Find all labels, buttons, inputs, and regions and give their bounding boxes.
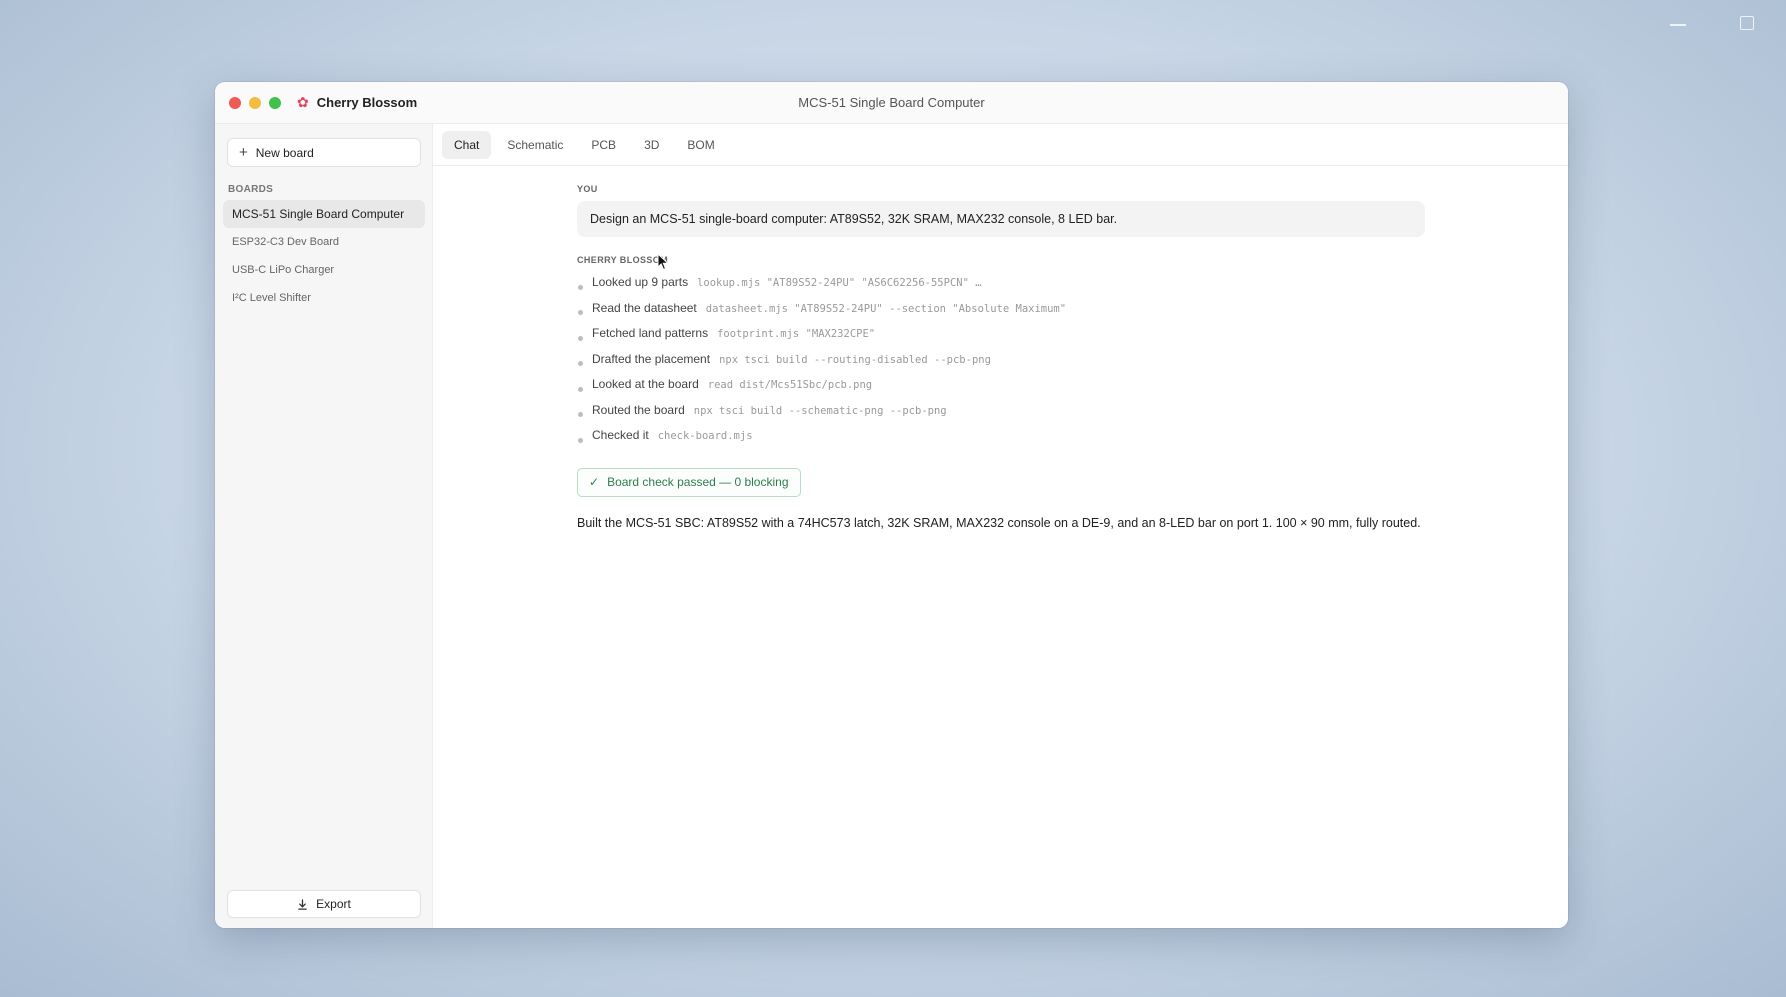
window-title: MCS-51 Single Board Computer — [798, 95, 985, 110]
bullet-icon — [578, 361, 583, 367]
desktop-minimize-icon[interactable] — [1670, 24, 1686, 26]
step-command: npx tsci build --routing-disabled --pcb-… — [719, 353, 991, 366]
sidebar: + New board BOARDS MCS-51 Single Board C… — [215, 124, 433, 928]
minimize-window-button[interactable] — [249, 96, 261, 109]
board-check-text: Board check passed — 0 blocking — [607, 475, 789, 489]
zoom-window-button[interactable] — [269, 96, 281, 109]
list-item: Drafted the placement npx tsci build --r… — [577, 352, 1425, 378]
step-text: Looked up 9 parts — [592, 275, 689, 289]
title-bar: ✿ Cherry Blossom MCS-51 Single Board Com… — [215, 82, 1568, 124]
step-command: datasheet.mjs "AT89S52-24PU" --section "… — [705, 302, 1067, 315]
bullet-icon — [578, 437, 583, 443]
bullet-icon — [578, 310, 583, 316]
list-item: Looked at the board read dist/Mcs51Sbc/p… — [577, 377, 1425, 403]
board-item-label: MCS-51 Single Board Computer — [232, 207, 405, 221]
chat-thread: YOU Design an MCS-51 single-board comput… — [577, 184, 1425, 534]
assistant-label: CHERRY BLOSSOM — [577, 255, 669, 265]
app-name: Cherry Blossom — [316, 95, 418, 110]
user-message: Design an MCS-51 single-board computer: … — [577, 201, 1425, 237]
boards-heading: BOARDS — [228, 184, 274, 195]
list-item: Checked it check-board.mjs — [577, 428, 1425, 454]
checkmark-icon: ✓ — [589, 475, 600, 489]
step-text: Drafted the placement — [592, 351, 711, 366]
bullet-icon — [578, 335, 583, 341]
board-item-label: ESP32-C3 Dev Board — [232, 236, 339, 248]
step-command: read dist/Mcs51Sbc/pcb.png — [707, 379, 873, 391]
desktop-restore-icon[interactable] — [1740, 16, 1754, 30]
step-list: Looked up 9 parts lookup.mjs "AT89S52-24… — [577, 275, 1425, 454]
board-item-label: I²C Level Shifter — [232, 292, 311, 304]
board-item-i2c-shifter[interactable]: I²C Level Shifter — [223, 284, 425, 312]
board-check-badge: ✓ Board check passed — 0 blocking — [577, 467, 801, 497]
tab-bar: Chat Schematic PCB 3D BOM — [433, 124, 1568, 166]
step-command: footprint.mjs "MAX232CPE" — [717, 328, 876, 340]
list-item: Looked up 9 parts lookup.mjs "AT89S52-24… — [577, 275, 1425, 301]
list-item: Fetched land patterns footprint.mjs "MAX… — [577, 326, 1425, 352]
new-board-label: New board — [255, 145, 314, 160]
board-item-esp32c3[interactable]: ESP32-C3 Dev Board — [223, 228, 425, 256]
step-command: lookup.mjs "AT89S52-24PU" "AS6C62256-55P… — [697, 277, 982, 289]
plus-icon: + — [239, 144, 248, 161]
step-command: npx tsci build --schematic-png --pcb-png — [693, 404, 947, 417]
main-panel: Chat Schematic PCB 3D BOM YOU Design an … — [433, 124, 1568, 928]
app-brand: ✿ Cherry Blossom — [297, 94, 417, 111]
app-window: ✿ Cherry Blossom MCS-51 Single Board Com… — [215, 82, 1568, 928]
list-item: Routed the board npx tsci build --schema… — [577, 403, 1425, 429]
export-button[interactable]: Export — [227, 890, 421, 918]
board-item-mcs51[interactable]: MCS-51 Single Board Computer — [223, 200, 425, 228]
export-label: Export — [316, 897, 351, 911]
tab-chat[interactable]: Chat — [442, 130, 492, 159]
user-label: YOU — [577, 184, 598, 194]
window-controls — [229, 96, 281, 109]
board-list: MCS-51 Single Board Computer ESP32-C3 De… — [223, 200, 425, 312]
bullet-icon — [578, 386, 583, 392]
step-text: Fetched land patterns — [592, 326, 709, 340]
assistant-summary: Built the MCS-51 SBC: AT89S52 with a 74H… — [577, 515, 1421, 530]
tab-pcb[interactable]: PCB — [579, 131, 628, 159]
bullet-icon — [578, 412, 583, 418]
download-icon — [297, 898, 308, 910]
bullet-icon — [578, 284, 583, 290]
mouse-cursor-icon — [657, 252, 670, 276]
cherry-blossom-icon: ✿ — [297, 94, 309, 110]
step-text: Looked at the board — [592, 377, 699, 391]
board-item-usbc-charger[interactable]: USB-C LiPo Charger — [223, 256, 425, 284]
tab-3d[interactable]: 3D — [632, 131, 671, 159]
tab-schematic[interactable]: Schematic — [495, 131, 575, 159]
close-window-button[interactable] — [229, 96, 241, 109]
tab-bom[interactable]: BOM — [675, 131, 726, 159]
list-item: Read the datasheet datasheet.mjs "AT89S5… — [577, 301, 1425, 327]
board-item-label: USB-C LiPo Charger — [232, 264, 335, 276]
step-text: Read the datasheet — [592, 300, 697, 315]
step-text: Checked it — [592, 428, 649, 442]
step-text: Routed the board — [592, 402, 685, 417]
step-command: check-board.mjs — [657, 430, 753, 442]
new-board-button[interactable]: + New board — [227, 138, 421, 167]
